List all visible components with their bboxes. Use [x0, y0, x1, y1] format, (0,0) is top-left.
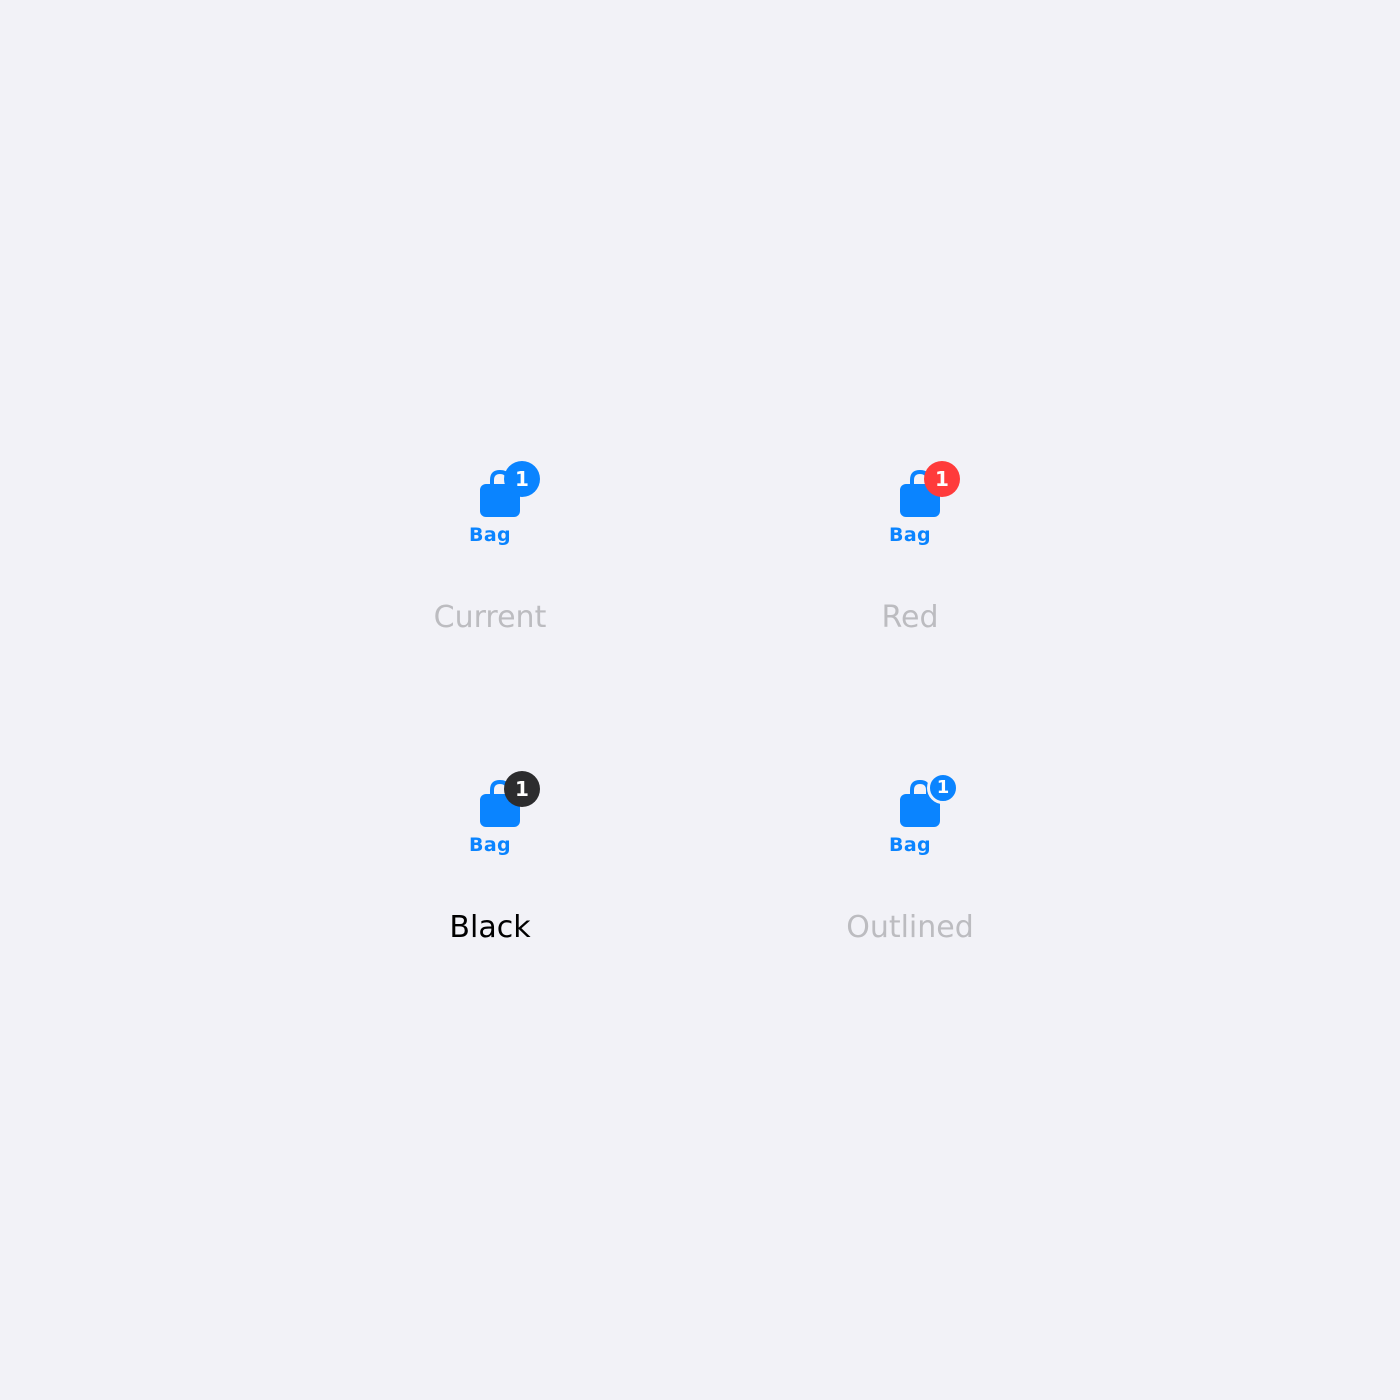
badge-variant-black: 1 Bag Black [340, 765, 640, 946]
option-label-red[interactable]: Red [760, 600, 1060, 636]
option-label-black[interactable]: Black [340, 910, 640, 946]
bag-tab-item[interactable]: 1 Bag [450, 455, 540, 550]
option-label-outlined[interactable]: Outlined [760, 910, 1060, 946]
notification-badge: 1 [924, 461, 960, 497]
option-label-current[interactable]: Current [340, 600, 640, 636]
bag-tab-item[interactable]: 1 Bag [870, 455, 960, 550]
bag-tab-item[interactable]: 1 Bag [450, 765, 540, 860]
notification-badge: 1 [927, 772, 959, 804]
tab-label: Bag [888, 524, 932, 546]
badge-variant-current: 1 Bag Current [340, 455, 640, 636]
tab-label: Bag [468, 834, 512, 856]
notification-badge: 1 [504, 771, 540, 807]
badge-variant-outlined: 1 Bag Outlined [760, 765, 1060, 946]
notification-badge: 1 [504, 461, 540, 497]
tab-label: Bag [888, 834, 932, 856]
tab-label: Bag [468, 524, 512, 546]
badge-variant-red: 1 Bag Red [760, 455, 1060, 636]
bag-tab-item[interactable]: 1 Bag [870, 765, 959, 860]
